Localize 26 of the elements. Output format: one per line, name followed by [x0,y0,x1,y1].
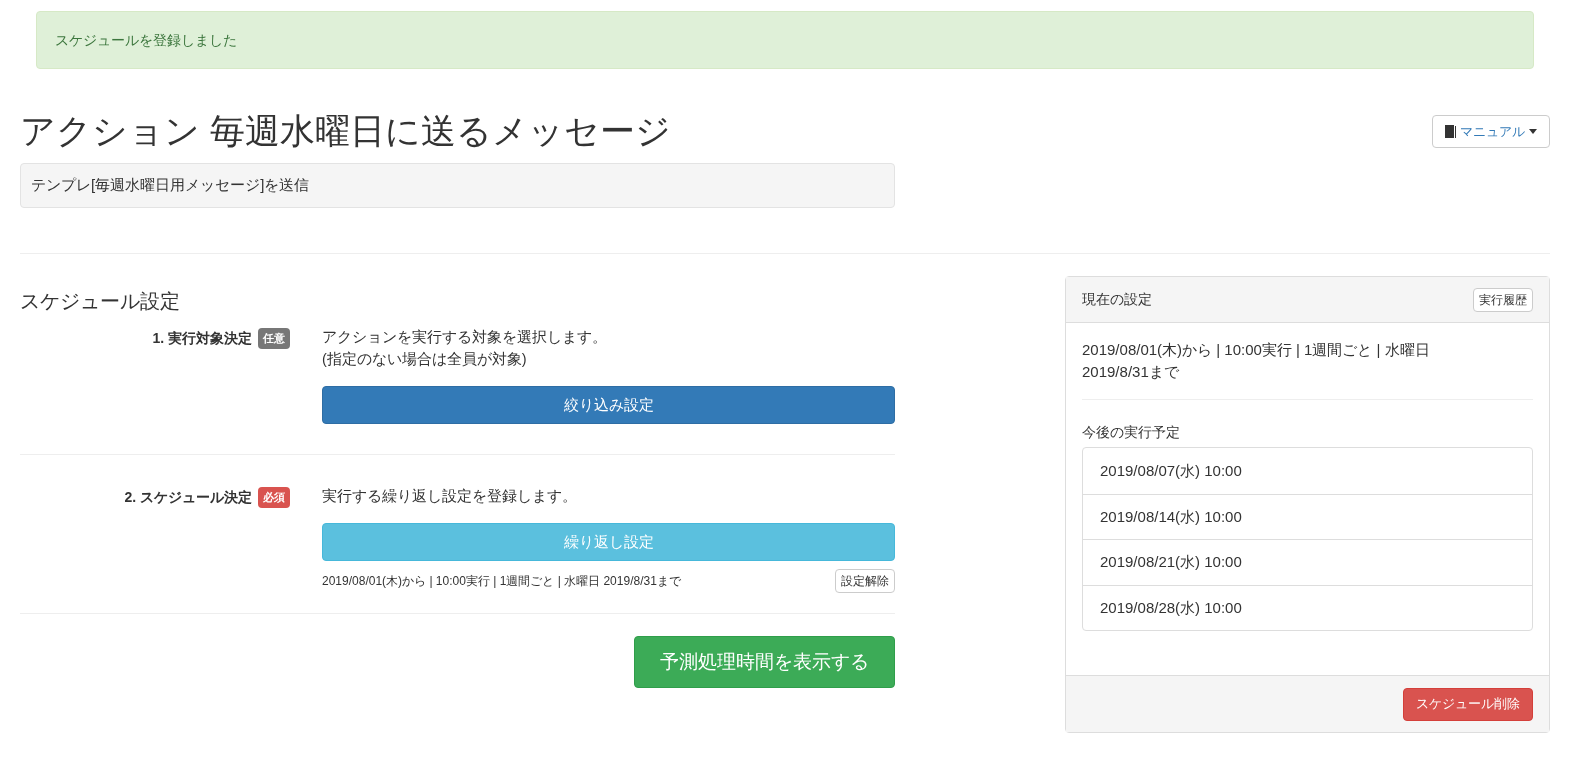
success-alert: スケジュールを登録しました [36,11,1534,69]
delete-button[interactable]: スケジュール削除 [1403,687,1533,721]
section-heading: スケジュール設定 [20,289,181,314]
book-icon [1445,125,1456,138]
estimate-button[interactable]: 予測処理時間を表示する [634,636,895,688]
current-summary: 2019/08/01(木)から | 10:00実行 | 1週間ごと | 水曜日 2019/8/31まで [1082,339,1533,400]
badge: 必須 [258,487,290,508]
caret-icon [1529,129,1537,134]
step-label: 1. 実行対象決定 [152,329,252,348]
step-description: 実行する繰り返し設定を登録します。 [322,487,578,506]
clear-button[interactable]: 設定解除 [835,569,895,593]
upcoming-item: 2019/08/28(水) 10:00 [1083,584,1532,630]
schedule-summary: 2019/08/01(木)から | 10:00実行 | 1週間ごと | 水曜日 2019/8/31まで [322,573,681,590]
upcoming-item: 2019/08/07(水) 10:00 [1099,460,1243,481]
panel-title: 現在の設定 [1082,290,1152,309]
upcoming-item: 2019/08/21(水) 10:00 [1083,539,1532,585]
step-description: アクションを実行する対象を選択します。 (指定のない場合は全員が対象) [322,328,608,369]
description-box: テンプレ[毎週水曜日用メッセージ]を送信 [20,163,895,208]
setting-button[interactable]: 絞り込み設定 [322,386,895,424]
history-button[interactable]: 実行履歴 [1473,287,1533,312]
step-label: 2. スケジュール決定 [124,488,252,507]
upcoming-heading: 今後の実行予定 [1082,423,1181,442]
upcoming-item: 2019/08/14(水) 10:00 [1083,493,1532,539]
page-title: アクション 毎週水曜日に送るメッセージ [20,110,672,152]
badge: 任意 [258,328,290,349]
manual-button[interactable]: マニュアル [1432,115,1550,148]
